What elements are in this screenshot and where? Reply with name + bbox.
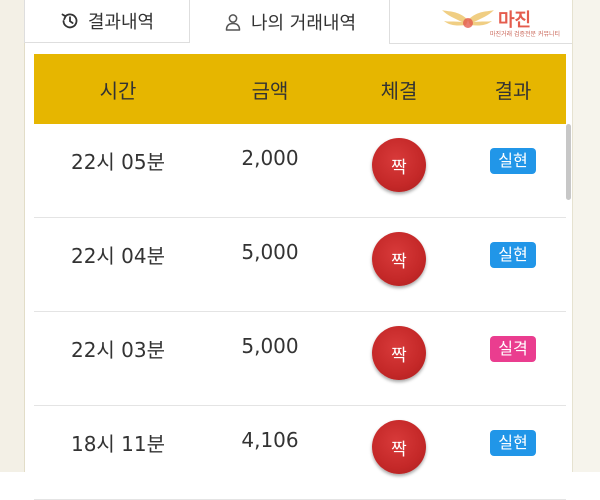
tab-result-history[interactable]: 결과내역 <box>24 0 190 43</box>
left-frame <box>0 0 25 472</box>
row-amount: 5,000 <box>241 240 299 264</box>
header-execution: 체결 <box>380 78 418 103</box>
table-row[interactable]: 22시 05분 2,000 짝 실현 <box>34 124 566 218</box>
row-amount: 2,000 <box>241 146 299 170</box>
result-badge: 실격 <box>490 336 536 362</box>
result-badge: 실현 <box>490 242 536 268</box>
row-time: 18시 11분 <box>70 432 166 456</box>
scrollbar-thumb[interactable] <box>566 124 571 200</box>
row-time: 22시 04분 <box>70 244 166 268</box>
row-time: 22시 03분 <box>70 338 166 362</box>
watermark-subtext: 마진거래 검증전문 커뮤니티 <box>490 31 561 38</box>
tab-my-trades[interactable]: 나의 거래내역 <box>190 0 390 44</box>
trade-history-table: 시간 금액 체결 결과 22시 05분 2,000 짝 실현 22시 04분 5… <box>34 54 566 500</box>
tab-my-trades-label: 나의 거래내역 <box>250 13 357 34</box>
row-amount: 5,000 <box>241 334 299 358</box>
user-icon <box>225 14 241 31</box>
choice-circle: 짝 <box>372 232 426 286</box>
table-row[interactable]: 22시 04분 5,000 짝 실현 <box>34 218 566 312</box>
table-row[interactable]: 22시 03분 5,000 짝 실격 <box>34 312 566 406</box>
row-time: 22시 05분 <box>70 150 166 174</box>
header-result: 결과 <box>494 78 532 103</box>
table-row[interactable]: 18시 11분 4,106 짝 실현 <box>34 406 566 500</box>
history-icon <box>61 13 78 29</box>
table-header: 시간 금액 체결 결과 <box>34 54 566 124</box>
row-amount: 4,106 <box>241 428 299 452</box>
result-badge: 실현 <box>490 430 536 456</box>
result-badge: 실현 <box>490 148 536 174</box>
tab-result-history-label: 결과내역 <box>87 12 155 33</box>
choice-circle: 짝 <box>372 326 426 380</box>
wing-emblem-icon <box>442 10 494 28</box>
choice-circle: 짝 <box>372 138 426 192</box>
header-amount: 금액 <box>251 78 289 103</box>
choice-circle: 짝 <box>372 420 426 474</box>
header-time: 시간 <box>99 78 137 103</box>
watermark-logo: 마진 마진거래 검증전문 커뮤니티 <box>440 4 590 40</box>
right-frame <box>572 0 600 472</box>
